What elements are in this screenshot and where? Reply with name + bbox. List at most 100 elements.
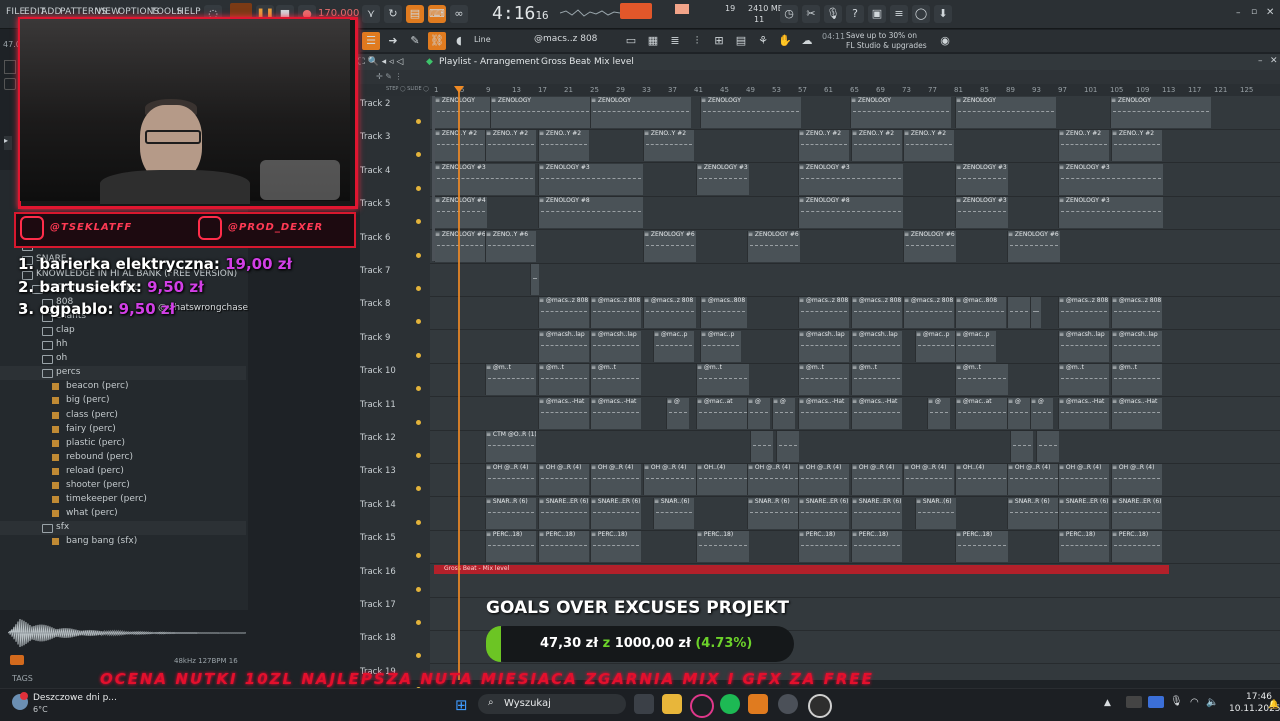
snap-mode-select[interactable]: Line bbox=[474, 35, 491, 44]
pattern-clip[interactable]: ≡ @macs..-Hat bbox=[538, 397, 589, 429]
pattern-clip[interactable]: ≡ ZENO..Y #2 bbox=[798, 130, 849, 162]
pattern-clip[interactable]: ≡ ZENOLOGY #3 bbox=[798, 163, 903, 195]
pattern-clip[interactable]: ≡ ZENOLOGY #3 bbox=[1058, 197, 1163, 229]
pattern-clip[interactable]: ≡ @m..t bbox=[955, 364, 1008, 396]
pattern-clip[interactable] bbox=[1010, 431, 1033, 462]
pattern-clip[interactable]: ≡ @mac..808 bbox=[955, 297, 1006, 329]
pattern-clip[interactable]: ≡ @ bbox=[1030, 397, 1053, 429]
plugin-picker-icon[interactable]: ⚘ bbox=[754, 32, 772, 50]
pattern-clip[interactable]: ≡ ZENO..Y #2 bbox=[485, 130, 536, 162]
microphone-icon[interactable]: 🎙 bbox=[824, 5, 842, 23]
magnet-icon[interactable]: ◖ bbox=[450, 32, 468, 50]
track-mute-led[interactable] bbox=[416, 219, 421, 225]
window-maximize-icon[interactable]: ▫ bbox=[1251, 7, 1257, 17]
pattern-clip[interactable]: ≡ @macs..-Hat bbox=[590, 397, 641, 429]
pattern-clip[interactable]: ≡ ZENOLOGY bbox=[1110, 97, 1211, 128]
pattern-clip[interactable]: ≡ ZENOLOGY #3 bbox=[696, 163, 749, 195]
track-mute-led[interactable] bbox=[416, 185, 421, 191]
pattern-clip[interactable] bbox=[750, 431, 773, 462]
browser-folder[interactable]: clap bbox=[0, 324, 246, 338]
playhead-marker-icon[interactable] bbox=[454, 86, 464, 93]
track-header[interactable]: Track 4 bbox=[360, 163, 430, 196]
pattern-clip[interactable] bbox=[776, 431, 799, 462]
pattern-clip[interactable]: ≡ @ bbox=[1007, 397, 1030, 429]
track-header[interactable]: Track 12 bbox=[360, 430, 430, 463]
tray-app-2-icon[interactable] bbox=[1148, 696, 1164, 708]
touch-keyboard-icon[interactable]: ✋ bbox=[776, 32, 794, 50]
pattern-clip[interactable]: ≡ ZENOLOGY #3 bbox=[955, 197, 1008, 229]
pattern-clip[interactable]: ≡ @m..t bbox=[538, 364, 589, 396]
pattern-clip[interactable]: ≡ PERC..18) bbox=[955, 531, 1008, 563]
track-mute-led[interactable] bbox=[416, 386, 421, 392]
pattern-clip[interactable]: ≡ @m..t bbox=[485, 364, 536, 396]
pattern-clip[interactable]: ≡ ZENOLOGY #8 bbox=[798, 197, 903, 229]
track-mute-led[interactable] bbox=[416, 486, 421, 492]
track-lane[interactable]: ≡ ZENO..Y #2 ≡ ZENO..Y #2 ≡ ZENO..Y #2 ≡… bbox=[430, 129, 1280, 164]
track-lane[interactable]: ≡ @macsh..lap ≡ @macsh..lap ≡ @mac..p ≡ … bbox=[430, 330, 1280, 364]
tray-chevron-icon[interactable]: ▲ bbox=[1104, 698, 1111, 708]
track-lane[interactable]: ≡ @macs..-Hat ≡ @macs..-Hat ≡ @ ≡ @mac..… bbox=[430, 397, 1280, 431]
playlist-minimize-icon[interactable]: – bbox=[1258, 56, 1263, 66]
browser-file[interactable]: what (perc) bbox=[0, 507, 246, 521]
pattern-clip[interactable]: ≡ @mac..at bbox=[696, 397, 749, 429]
obs-icon[interactable] bbox=[808, 694, 832, 718]
pattern-clip[interactable]: ≡ SNARE..ER (6) bbox=[1058, 497, 1109, 529]
pattern-clip[interactable] bbox=[1007, 297, 1030, 329]
pattern-clip[interactable]: ≡ ZENOLOGY #4 bbox=[434, 197, 487, 229]
pattern-clip[interactable] bbox=[530, 264, 539, 295]
track-header[interactable]: Track 9 bbox=[360, 330, 430, 363]
track-header[interactable]: Track 6 bbox=[360, 230, 430, 263]
fl-logo-icon[interactable]: ◉ bbox=[936, 32, 954, 50]
track-lane[interactable]: ≡ ZENOLOGY #3 ≡ ZENOLOGY #3 ≡ ZENOLOGY #… bbox=[430, 163, 1280, 197]
track-header[interactable]: Track 15 bbox=[360, 530, 430, 563]
track-header[interactable]: Track 5 bbox=[360, 196, 430, 229]
pattern-clip[interactable]: ≡ @ bbox=[666, 397, 689, 429]
track-lane[interactable]: ≡ CTM @O..R (1) bbox=[430, 430, 1280, 464]
track-mute-led[interactable] bbox=[416, 620, 421, 625]
fl-studio-icon[interactable] bbox=[748, 694, 768, 714]
browser-file[interactable]: rebound (perc) bbox=[0, 451, 246, 465]
pattern-clip[interactable]: ≡ ZENOLOGY bbox=[955, 97, 1056, 128]
pattern-clip[interactable]: ≡ @ bbox=[772, 397, 795, 429]
pattern-clip[interactable]: ≡ @macs..-Hat bbox=[851, 397, 902, 429]
pattern-clip[interactable]: ≡ SNAR..R (6) bbox=[485, 497, 536, 529]
tray-mic-icon[interactable]: 🎙 bbox=[1170, 696, 1183, 707]
pattern-clip[interactable]: ≡ SNARE..ER (6) bbox=[590, 497, 641, 529]
pattern-clip[interactable]: ≡ OH @..R (4) bbox=[538, 464, 589, 496]
pattern-clip[interactable]: ≡ ZENOLOGY bbox=[850, 97, 951, 128]
pattern-clip[interactable]: ≡ SNAR..(6) bbox=[915, 497, 956, 529]
track-mute-led[interactable] bbox=[416, 286, 421, 291]
track-mute-led[interactable] bbox=[416, 152, 421, 158]
cloud-icon[interactable]: ☁ bbox=[798, 32, 816, 50]
pattern-clip[interactable]: ≡ @macs..z 808 bbox=[903, 297, 954, 329]
browser-file[interactable]: fairy (perc) bbox=[0, 423, 246, 437]
pattern-clip[interactable]: ≡ ZENOLOGY #3 bbox=[955, 163, 1008, 195]
track-header[interactable]: Track 17 bbox=[360, 597, 430, 630]
pattern-clip[interactable]: ≡ ZENO..Y #2 bbox=[1058, 130, 1109, 162]
pattern-clip[interactable]: ≡ ZENOLOGY bbox=[490, 97, 591, 128]
help-icon[interactable]: ? bbox=[846, 5, 864, 23]
undo-history-icon[interactable]: ◷ bbox=[780, 5, 798, 23]
pattern-clip[interactable]: ≡ ZENOLOGY bbox=[700, 97, 801, 128]
news-line-2[interactable]: FL Studio & upgrades bbox=[846, 41, 927, 50]
track-lane[interactable]: ≡ ZENOLOGY ≡ ZENOLOGY ≡ ZENOLOGY ≡ ZENOL… bbox=[430, 96, 1280, 130]
arrow-icon[interactable]: ➜ bbox=[384, 32, 402, 50]
pattern-clip[interactable]: ≡ @m..t bbox=[798, 364, 849, 396]
channel-rack-icon[interactable]: ≣ bbox=[666, 32, 684, 50]
pattern-clip[interactable]: ≡ ZENO..Y #2 bbox=[538, 130, 589, 162]
save-icon[interactable]: ▣ bbox=[868, 5, 886, 23]
notifications-icon[interactable]: 🔔 bbox=[1268, 700, 1279, 710]
pattern-clip[interactable]: ≡ CTM @O..R (1) bbox=[485, 431, 536, 462]
download-icon[interactable]: ⬇ bbox=[934, 5, 952, 23]
tray-app-icon[interactable] bbox=[1126, 696, 1142, 708]
pattern-clip[interactable]: ≡ @macsh..lap bbox=[1111, 330, 1162, 362]
pattern-clip[interactable]: ≡ @mac..at bbox=[955, 397, 1008, 429]
pattern-clip[interactable]: ≡ PERC..18) bbox=[696, 531, 749, 563]
track-header[interactable]: Track 13 bbox=[360, 463, 430, 496]
track-header[interactable]: Track 11 bbox=[360, 397, 430, 430]
pattern-clip[interactable]: ≡ @macs..z 808 bbox=[643, 297, 696, 329]
pattern-clip[interactable]: ≡ PERC..18) bbox=[798, 531, 849, 563]
weather-title[interactable]: Deszczowe dni p... bbox=[33, 693, 117, 703]
pattern-clip[interactable]: ≡ @macsh..lap bbox=[590, 330, 641, 362]
pattern-clip[interactable]: ≡ @m..t bbox=[696, 364, 749, 396]
